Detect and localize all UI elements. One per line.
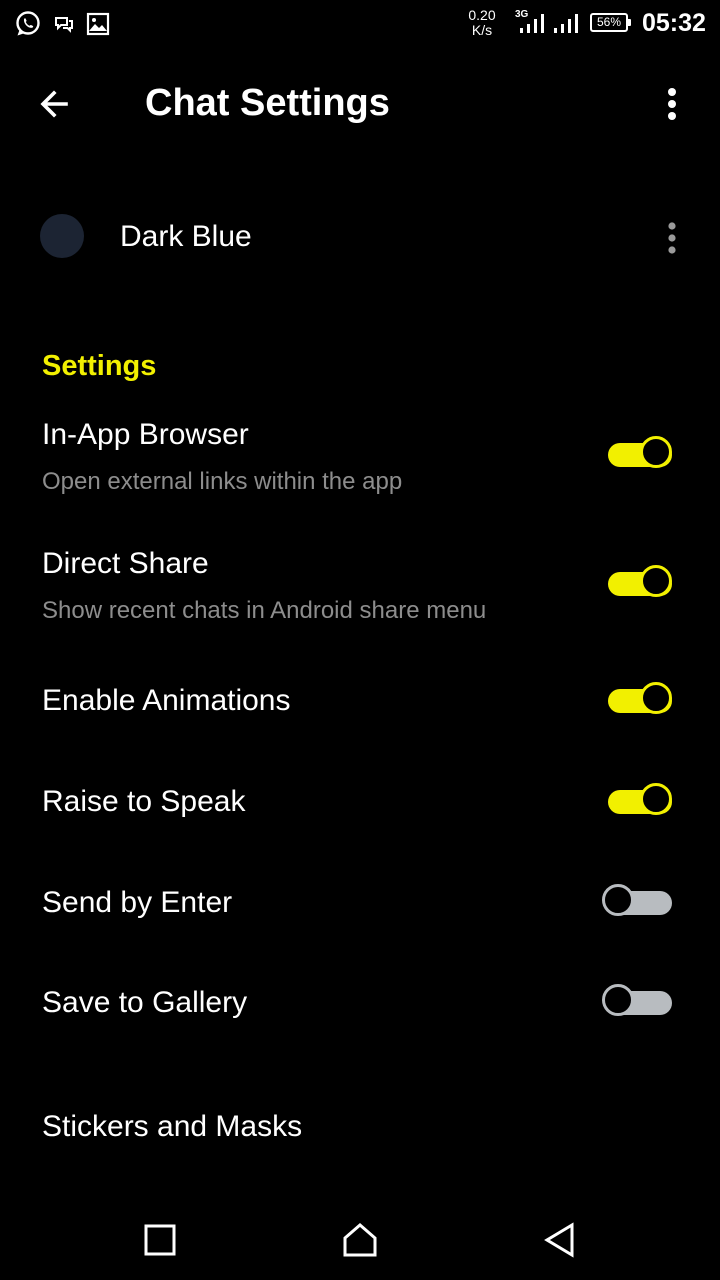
- signal-icon-2: [552, 12, 582, 39]
- network-speed-unit: K/s: [471, 22, 493, 38]
- square-icon: [144, 1224, 176, 1256]
- setting-enable-animations[interactable]: Enable Animations: [0, 660, 720, 740]
- setting-subtitle: Open external links within the app: [42, 468, 403, 495]
- signal-icon: [518, 12, 548, 39]
- toggle-thumb: [640, 682, 672, 714]
- more-vert-icon: [668, 222, 676, 254]
- setting-save-to-gallery[interactable]: Save to Gallery: [0, 962, 720, 1042]
- toggle-thumb: [602, 884, 634, 916]
- toggle-thumb: [640, 783, 672, 815]
- arrow-back-icon: [40, 90, 68, 118]
- recent-apps-button[interactable]: [130, 1210, 190, 1270]
- in-app-browser-toggle[interactable]: [600, 433, 680, 477]
- theme-name: Dark Blue: [120, 220, 252, 253]
- theme-row[interactable]: Dark Blue: [0, 196, 720, 280]
- clock: 05:32: [642, 9, 706, 37]
- battery-icon: 56%: [590, 13, 631, 32]
- enable-animations-toggle[interactable]: [600, 679, 680, 723]
- setting-title: In-App Browser: [42, 418, 249, 451]
- theme-options-button[interactable]: [652, 214, 692, 262]
- chat-notification-icon: [50, 10, 78, 38]
- setting-subtitle: Show recent chats in Android share menu: [42, 597, 487, 624]
- home-icon: [343, 1223, 377, 1257]
- setting-title: Enable Animations: [42, 684, 291, 717]
- more-vert-icon: [668, 88, 676, 120]
- setting-direct-share[interactable]: Direct Share Show recent chats in Androi…: [0, 535, 720, 645]
- settings-section-header: Settings: [42, 350, 157, 382]
- network-speed: 0.20 K/s: [462, 8, 502, 38]
- setting-title: Send by Enter: [42, 886, 233, 919]
- direct-share-toggle[interactable]: [600, 562, 680, 606]
- more-options-button[interactable]: [652, 80, 692, 128]
- setting-in-app-browser[interactable]: In-App Browser Open external links withi…: [0, 406, 720, 516]
- back-nav-button[interactable]: [530, 1210, 590, 1270]
- setting-title: Raise to Speak: [42, 785, 246, 818]
- navigation-bar: [0, 1192, 720, 1280]
- save-to-gallery-toggle[interactable]: [600, 981, 680, 1025]
- network-speed-value: 0.20: [468, 7, 496, 23]
- setting-title: Save to Gallery: [42, 986, 248, 1019]
- send-by-enter-toggle[interactable]: [600, 881, 680, 925]
- raise-to-speak-toggle[interactable]: [600, 780, 680, 824]
- toolbar: Chat Settings: [0, 48, 720, 160]
- setting-send-by-enter[interactable]: Send by Enter: [0, 862, 720, 942]
- whatsapp-icon: [14, 10, 42, 38]
- toggle-thumb: [640, 565, 672, 597]
- theme-color-swatch: [40, 214, 84, 258]
- page-title: Chat Settings: [145, 82, 390, 124]
- setting-raise-to-speak[interactable]: Raise to Speak: [0, 762, 720, 842]
- triangle-back-icon: [544, 1222, 574, 1258]
- status-bar: 0.20 K/s 3G 56% 05:32: [0, 0, 720, 48]
- home-button[interactable]: [330, 1210, 390, 1270]
- setting-title: Direct Share: [42, 547, 209, 580]
- image-icon: [84, 10, 112, 38]
- battery-level: 56%: [596, 15, 622, 29]
- back-button[interactable]: [26, 76, 82, 132]
- toggle-thumb: [602, 984, 634, 1016]
- toggle-thumb: [640, 436, 672, 468]
- stickers-and-masks-item[interactable]: Stickers and Masks: [42, 1108, 302, 1146]
